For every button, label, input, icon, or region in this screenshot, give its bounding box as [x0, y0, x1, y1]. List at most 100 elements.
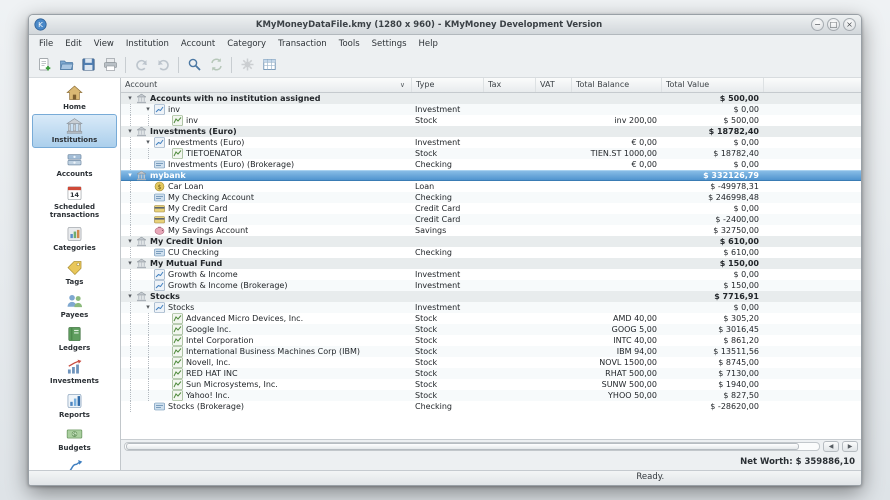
sidebar-item-accounts[interactable]: Accounts: [32, 148, 117, 181]
account-name: CU Checking: [168, 247, 219, 258]
total-value-cell: $ 610,00: [661, 247, 763, 258]
stock-icon: [172, 346, 183, 357]
scroll-left-button[interactable]: ◀: [823, 441, 839, 452]
open-file-button[interactable]: [56, 55, 76, 75]
expander-icon[interactable]: ▾: [125, 93, 135, 104]
expander-icon[interactable]: ▾: [125, 291, 135, 302]
table-row[interactable]: My Savings AccountSavings$ 32750,00: [121, 225, 861, 236]
sidebar-item-scheduled-transactions[interactable]: 14Scheduled transactions: [32, 181, 117, 223]
total-value-cell: $ -49978,31: [661, 181, 763, 192]
column-header-vat[interactable]: VAT: [535, 78, 571, 92]
column-header-label: Account: [125, 78, 157, 92]
tree-line: [130, 346, 143, 357]
close-button[interactable]: ×: [843, 18, 856, 31]
table-row[interactable]: TIETOENATORStockTIEN.ST 1000,00$ 18782,4…: [121, 148, 861, 159]
expander-icon[interactable]: ▾: [125, 126, 135, 137]
sidebar-item-budgets[interactable]: $Budgets: [32, 422, 117, 455]
column-header-tax[interactable]: Tax: [483, 78, 535, 92]
menu-file[interactable]: File: [33, 37, 59, 51]
expander-icon[interactable]: ▾: [125, 258, 135, 269]
sidebar-item-ledgers[interactable]: Ledgers: [32, 322, 117, 355]
expander-icon[interactable]: ▾: [143, 104, 153, 115]
menu-help[interactable]: Help: [413, 37, 444, 51]
table-row[interactable]: Google Inc.StockGOOG 5,00$ 3016,45: [121, 324, 861, 335]
table-row[interactable]: CU CheckingChecking$ 610,00: [121, 247, 861, 258]
institutions-tree: Account∨TypeTaxVATTotal BalanceTotal Val…: [121, 78, 861, 453]
table-row[interactable]: ▾StocksInvestment$ 0,00: [121, 302, 861, 313]
table-row[interactable]: Sun Microsystems, Inc.StockSUNW 500,00$ …: [121, 379, 861, 390]
menu-category[interactable]: Category: [221, 37, 272, 51]
menu-settings[interactable]: Settings: [366, 37, 413, 51]
menu-transaction[interactable]: Transaction: [272, 37, 333, 51]
total-value-cell: $ 7716,91: [661, 291, 763, 302]
table-row[interactable]: invStockinv 200,00$ 500,00: [121, 115, 861, 126]
column-header-val[interactable]: Total Value: [661, 78, 763, 92]
expander-icon[interactable]: ▾: [143, 302, 153, 313]
new-book-button[interactable]: [34, 55, 54, 75]
table-row[interactable]: Novell, Inc.StockNOVL 1500,00$ 8745,00: [121, 357, 861, 368]
toolbar-separator: [125, 57, 126, 73]
table-row[interactable]: $Car LoanLoan$ -49978,31: [121, 181, 861, 192]
minimize-button[interactable]: −: [811, 18, 824, 31]
save-button[interactable]: [78, 55, 98, 75]
table-row[interactable]: RED HAT INCStockRHAT 500,00$ 7130,00: [121, 368, 861, 379]
scroll-right-button[interactable]: ▶: [842, 441, 858, 452]
scrollbar-thumb[interactable]: [126, 443, 799, 450]
titlebar[interactable]: K KMyMoneyDataFile.kmy (1280 x 960) - KM…: [29, 15, 861, 35]
type-cell: Checking: [411, 401, 483, 412]
table-row[interactable]: Intel CorporationStockINTC 40,00$ 861,20: [121, 335, 861, 346]
table-row[interactable]: International Business Machines Corp (IB…: [121, 346, 861, 357]
ledger-grid-button[interactable]: [259, 55, 279, 75]
account-cell: ▾Investments (Euro): [121, 137, 411, 148]
column-header-type[interactable]: Type: [411, 78, 483, 92]
table-row[interactable]: ▾mybank$ 332126,79: [121, 170, 861, 181]
table-row[interactable]: My Checking AccountChecking$ 246998,48: [121, 192, 861, 203]
sidebar-item-categories[interactable]: Categories: [32, 222, 117, 255]
sidebar-item-institutions[interactable]: Institutions: [32, 114, 117, 147]
sidebar-item-payees[interactable]: Payees: [32, 289, 117, 322]
scrollbar-track[interactable]: [124, 442, 820, 451]
sidebar-item-tags[interactable]: Tags: [32, 256, 117, 289]
print-button[interactable]: [100, 55, 120, 75]
menu-edit[interactable]: Edit: [59, 37, 87, 51]
sidebar-item-home[interactable]: Home: [32, 81, 117, 114]
menu-institution[interactable]: Institution: [120, 37, 175, 51]
ledger-grid-icon: [262, 57, 277, 72]
expander-icon[interactable]: ▾: [143, 137, 153, 148]
sidebar-item-forecast[interactable]: Forecast: [32, 455, 117, 470]
maximize-button[interactable]: □: [827, 18, 840, 31]
tree-line: [130, 137, 143, 148]
sidebar-item-investments[interactable]: Investments: [32, 355, 117, 388]
table-row[interactable]: ▾invInvestment$ 0,00: [121, 104, 861, 115]
table-row[interactable]: Stocks (Brokerage)Checking$ -28620,00: [121, 401, 861, 412]
column-header-account[interactable]: Account∨: [121, 78, 411, 92]
table-row[interactable]: Advanced Micro Devices, Inc.StockAMD 40,…: [121, 313, 861, 324]
table-row[interactable]: Investments (Euro) (Brokerage)Checking€ …: [121, 159, 861, 170]
table-row[interactable]: ▾Investments (Euro)$ 18782,40: [121, 126, 861, 137]
table-row[interactable]: ▾Investments (Euro)Investment€ 0,00$ 0,0…: [121, 137, 861, 148]
table-row[interactable]: Growth & Income (Brokerage)Investment$ 1…: [121, 280, 861, 291]
table-row[interactable]: ▾Stocks$ 7716,91: [121, 291, 861, 302]
sidebar-item-label: Institutions: [52, 136, 98, 144]
account-name: Google Inc.: [186, 324, 231, 335]
account-name: Car Loan: [168, 181, 204, 192]
horizontal-scrollbar[interactable]: ◀ ▶: [121, 439, 861, 453]
sidebar-item-reports[interactable]: Reports: [32, 389, 117, 422]
table-row[interactable]: Growth & IncomeInvestment$ 0,00: [121, 269, 861, 280]
menu-view[interactable]: View: [88, 37, 120, 51]
table-row[interactable]: Yahoo! Inc.StockYHOO 50,00$ 827,50: [121, 390, 861, 401]
menu-account[interactable]: Account: [175, 37, 221, 51]
expander-icon[interactable]: ▾: [125, 236, 135, 247]
table-row[interactable]: ▾My Mutual Fund$ 150,00: [121, 258, 861, 269]
account-cell: Intel Corporation: [121, 335, 411, 346]
expander-icon[interactable]: ▾: [125, 170, 135, 181]
table-row[interactable]: My Credit CardCredit Card$ 0,00: [121, 203, 861, 214]
loan-icon: $: [154, 181, 165, 192]
find-transaction-button[interactable]: [184, 55, 204, 75]
stock-icon: [172, 368, 183, 379]
table-row[interactable]: ▾My Credit Union$ 610,00: [121, 236, 861, 247]
table-row[interactable]: My Credit CardCredit Card$ -2400,00: [121, 214, 861, 225]
table-row[interactable]: ▾Accounts with no institution assigned$ …: [121, 93, 861, 104]
menu-tools[interactable]: Tools: [333, 37, 366, 51]
column-header-bal[interactable]: Total Balance: [571, 78, 661, 92]
